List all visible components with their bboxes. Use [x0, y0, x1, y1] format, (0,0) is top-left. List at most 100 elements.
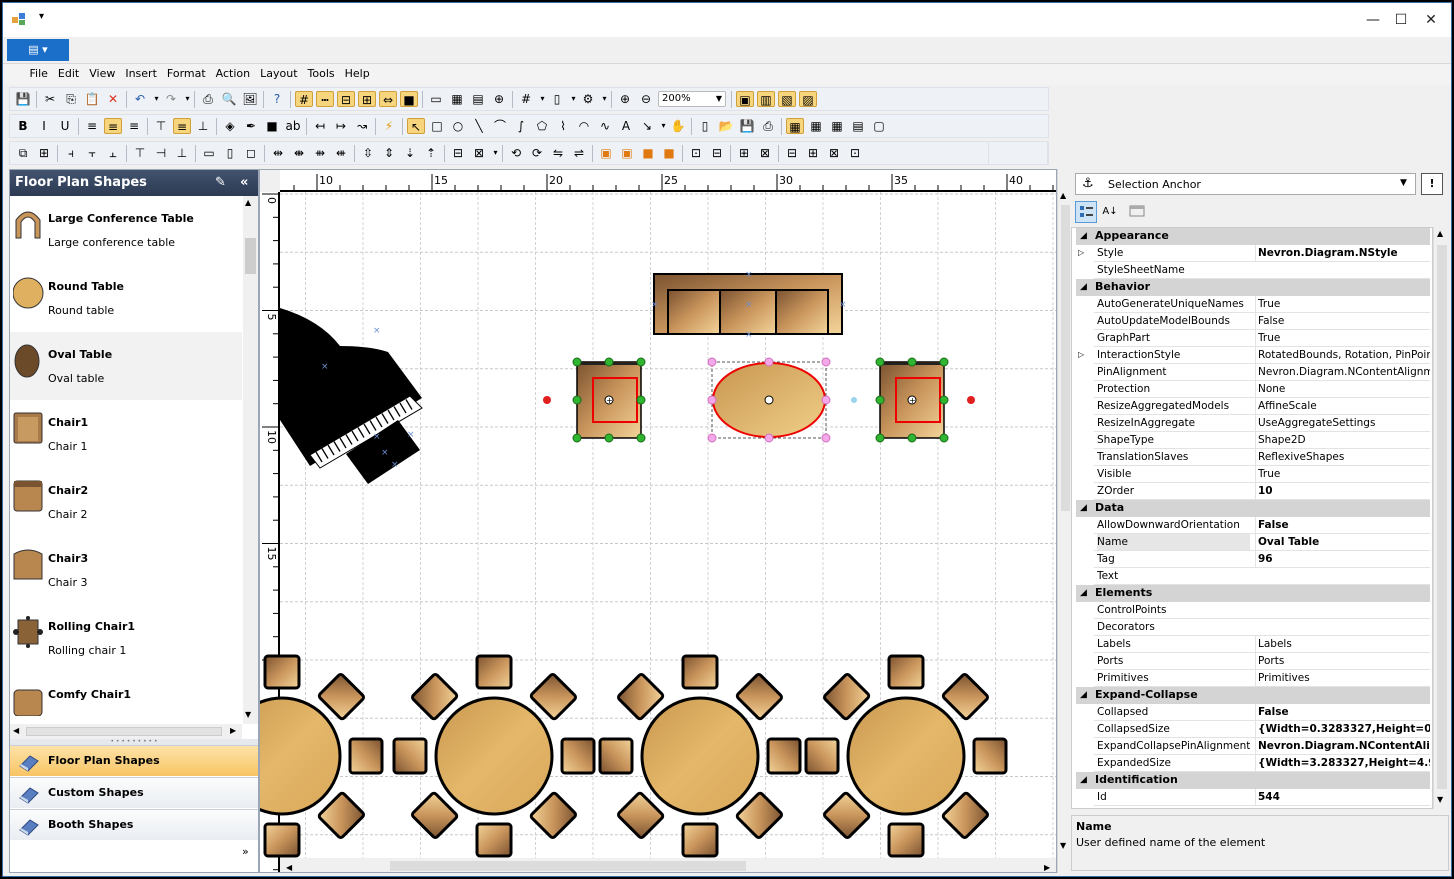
menu-layout[interactable]: Layout	[255, 64, 302, 80]
property-row[interactable]: Ports Ports	[1094, 653, 1430, 670]
menu-format[interactable]: Format	[162, 64, 211, 80]
flip-h-icon[interactable]: ⇋	[549, 145, 567, 161]
zoom-combo[interactable]: 200% ▼	[658, 91, 726, 107]
layout1-icon[interactable]: ⧉	[14, 145, 32, 161]
property-category[interactable]: ◢ Elements	[1076, 585, 1430, 602]
ports-icon[interactable]: ▥	[757, 91, 775, 107]
menu-tools[interactable]: Tools	[303, 64, 340, 80]
shape-list-hscrollbar[interactable]: ◀ ▶	[10, 724, 242, 739]
expand-row-icon[interactable]: ▷	[1078, 347, 1084, 363]
table-chair[interactable]	[411, 791, 459, 839]
property-row[interactable]: AutoGenerateUniqueNames True	[1094, 296, 1430, 313]
table-chair[interactable]	[941, 673, 989, 721]
zoom-dropdown-icon[interactable]: ▼	[716, 92, 722, 106]
bezier-icon[interactable]: ∿	[596, 118, 614, 134]
property-row[interactable]: PinAlignment Nevron.Diagram.NContentAlign…	[1094, 364, 1430, 381]
property-value[interactable]: False	[1255, 313, 1430, 329]
resize-handle[interactable]	[939, 395, 949, 405]
same-size-icon[interactable]: ◻	[242, 145, 260, 161]
shape-item[interactable]: Rolling Chair1 Rolling chair 1	[10, 604, 242, 672]
menu-view[interactable]: View	[84, 64, 120, 80]
property-value[interactable]: Ports	[1255, 653, 1430, 669]
arrow-right-icon[interactable]: ↦	[332, 118, 350, 134]
scroll-right-icon[interactable]: ▶	[230, 726, 236, 735]
hspace1-icon[interactable]: ⇹	[269, 145, 287, 161]
pan-icon[interactable]: ▭	[427, 91, 445, 107]
connector-icon[interactable]: ↝	[353, 118, 371, 134]
fit-icon[interactable]: ⇔	[379, 91, 397, 107]
hspace2-icon[interactable]: ⇼	[290, 145, 308, 161]
minimize-button[interactable]: —	[1359, 11, 1387, 29]
collapse-triangle-icon[interactable]: ◢	[1080, 279, 1087, 295]
property-value[interactable]: AffineScale	[1255, 398, 1430, 414]
ungroup-icon[interactable]: ⊟	[708, 145, 726, 161]
property-row[interactable]: AllowDownwardOrientation False	[1094, 517, 1430, 534]
menu-edit[interactable]: Edit	[53, 64, 84, 80]
categorized-view-button[interactable]	[1075, 201, 1097, 223]
curve-icon[interactable]: ∫	[512, 118, 530, 134]
resize-handle[interactable]	[764, 433, 774, 443]
property-value[interactable]: None	[1255, 381, 1430, 397]
ruler-icon[interactable]: ┅	[316, 91, 334, 107]
collapse-panel-button[interactable]: «	[240, 170, 248, 196]
application-menu-button[interactable]: ▤ ▾	[7, 39, 69, 61]
property-row[interactable]: ZOrder 10	[1094, 483, 1430, 500]
zoom-tool-icon[interactable]: ⊕	[490, 91, 508, 107]
property-category[interactable]: ◢ Identification	[1076, 772, 1430, 789]
property-value[interactable]: Labels	[1255, 636, 1430, 652]
align-right-icon[interactable]: ≡	[125, 118, 143, 134]
auto-icon[interactable]: ▣	[736, 91, 754, 107]
dropdown-icon[interactable]: ▾	[152, 91, 161, 107]
table-chair[interactable]	[475, 822, 513, 858]
scroll-down-icon[interactable]: ▼	[245, 710, 251, 719]
resize-handle[interactable]	[636, 395, 646, 405]
property-value[interactable]: UseAggregateSettings	[1255, 415, 1430, 431]
collapse-icon[interactable]: ⊟	[783, 145, 801, 161]
send-back-icon[interactable]: ▣	[618, 145, 636, 161]
same-width-icon[interactable]: ▭	[200, 145, 218, 161]
more-categories-button[interactable]: »	[242, 845, 249, 858]
alphabetical-sort-button[interactable]: A↓	[1099, 201, 1121, 223]
property-category[interactable]: ◢ Data	[1076, 500, 1430, 517]
same-height-icon[interactable]: ▯	[221, 145, 239, 161]
property-category[interactable]: ◢ Appearance	[1076, 228, 1430, 245]
align-rights-icon[interactable]: ⫠	[104, 145, 122, 161]
layers-icon[interactable]: ▦	[448, 91, 466, 107]
view2-icon[interactable]: ▦	[807, 118, 825, 134]
chevron-down-icon[interactable]: ▼	[1400, 178, 1407, 188]
dropdown-icon[interactable]: ▾	[538, 91, 547, 107]
table-chair[interactable]	[823, 791, 871, 839]
property-category[interactable]: ◢ Behavior	[1076, 279, 1430, 296]
paste-icon[interactable]: 📋	[83, 91, 101, 107]
dropdown-icon[interactable]: ▾	[491, 145, 500, 161]
group-icon[interactable]: ⊡	[687, 145, 705, 161]
stroke-icon[interactable]: ✒	[242, 118, 260, 134]
menu-file[interactable]: File	[25, 64, 53, 80]
redo-icon[interactable]: ↷	[162, 91, 180, 107]
view3-icon[interactable]: ▦	[828, 118, 846, 134]
collapse-triangle-icon[interactable]: ◢	[1080, 228, 1087, 244]
diagram-canvas[interactable]: 101520253035400510152025×××××××××××++◀▶	[259, 169, 1057, 873]
text-style-icon[interactable]: ab	[284, 118, 302, 134]
vspace2-icon[interactable]: ⇕	[380, 145, 398, 161]
polygon-icon[interactable]: ⬠	[533, 118, 551, 134]
resize-handle[interactable]	[821, 433, 831, 443]
canvas-scroll-left-icon[interactable]: ◀	[286, 863, 293, 872]
resize-handle[interactable]	[821, 395, 831, 405]
quick-access-dropdown-icon[interactable]: ▾	[39, 11, 44, 22]
property-row[interactable]: StyleSheetName	[1094, 262, 1430, 279]
property-row[interactable]: GraphPart True	[1094, 330, 1430, 347]
table-chair[interactable]	[941, 791, 989, 839]
close-button[interactable]: ✕	[1417, 11, 1445, 29]
fill-icon[interactable]: ◈	[221, 118, 239, 134]
resize-handle[interactable]	[707, 433, 717, 443]
split-icon[interactable]: ⊠	[756, 145, 774, 161]
property-row[interactable]: ResizeInAggregate UseAggregateSettings	[1094, 415, 1430, 432]
settings-icon[interactable]: ⚙	[579, 91, 597, 107]
property-value[interactable]: False	[1255, 704, 1430, 720]
resize-handle[interactable]	[636, 433, 646, 443]
canvas-scroll-right-icon[interactable]: ▶	[1044, 863, 1051, 872]
table-chair[interactable]	[972, 737, 1008, 775]
collapse-triangle-icon[interactable]: ◢	[1080, 687, 1087, 703]
align-lefts-icon[interactable]: ⫞	[62, 145, 80, 161]
